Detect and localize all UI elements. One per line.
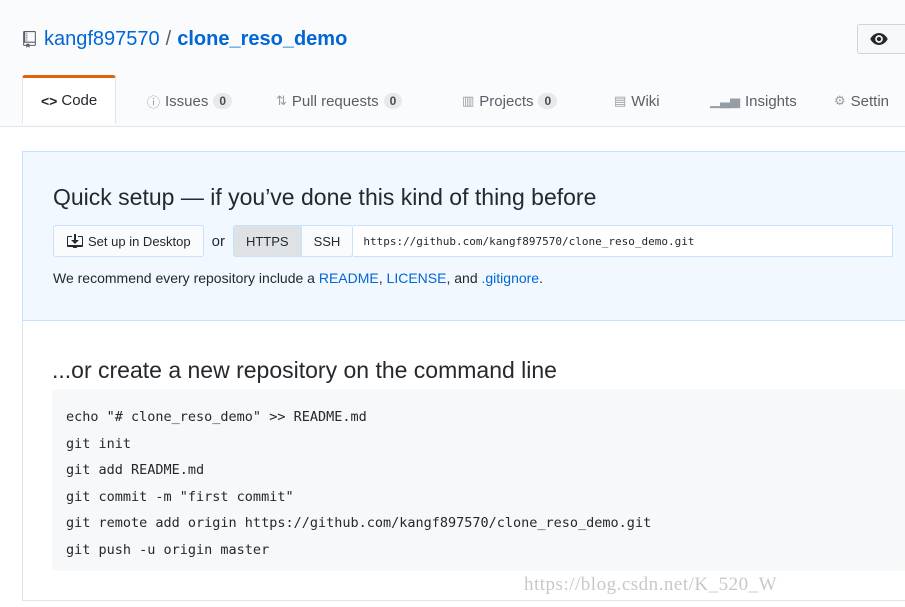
recommend-prefix: We recommend every repository include a [53, 270, 315, 286]
code-line: git add README.md [66, 462, 205, 478]
code-line: git init [66, 435, 132, 452]
tab-pull-requests[interactable]: ⇅ Pull requests 0 [276, 76, 403, 126]
tab-label: Issues [165, 92, 209, 110]
code-line: git commit -m "first commit" [66, 488, 294, 505]
tab-label: Insights [745, 92, 797, 110]
tab-label: Projects [479, 92, 534, 110]
period: . [539, 270, 543, 286]
setup-in-desktop-button[interactable]: Set up in Desktop [53, 225, 204, 257]
tab-settings[interactable]: ⚙ Settin [834, 76, 889, 126]
ssh-button[interactable]: SSH [301, 225, 354, 257]
tab-code[interactable]: <> Code [22, 75, 117, 124]
tab-label: Code [61, 92, 98, 109]
clone-url-row: Set up in Desktop or HTTPS SSH https://g… [53, 224, 894, 258]
eye-icon [870, 33, 888, 45]
section-border [22, 321, 23, 601]
section-divider [22, 600, 905, 601]
path-separator: / [165, 28, 172, 50]
tab-wiki[interactable]: ▤ Wiki [614, 76, 660, 126]
repo-owner-link[interactable]: kangf897570 [44, 26, 160, 52]
command-code-block[interactable]: echo "# clone_reso_demo" >> README.md gi… [52, 389, 905, 571]
desktop-download-icon [67, 234, 83, 248]
clone-url-input[interactable]: https://github.com/kangf897570/clone_res… [353, 225, 894, 257]
repo-nav: <> Code ⓘ Issues 0 ⇅ Pull requests 0 ▥ P… [22, 75, 905, 126]
code-line: git remote add origin https://github.com… [66, 515, 652, 531]
and-text: , and [446, 270, 478, 286]
gitignore-link[interactable]: .gitignore [482, 270, 540, 286]
code-icon: <> [41, 92, 58, 109]
quick-setup-box: Quick setup — if you’ve done this kind o… [22, 151, 905, 321]
code-line: echo "# clone_reso_demo" >> README.md [66, 409, 367, 425]
or-label: or [211, 232, 225, 250]
quick-setup-title: Quick setup — if you’ve done this kind o… [53, 184, 597, 210]
tab-counter: 0 [213, 93, 233, 109]
repo-icon [23, 30, 36, 48]
code-line: git push -u origin master [66, 541, 270, 558]
comma: , [378, 270, 383, 286]
project-icon: ▥ [462, 93, 475, 108]
tab-label: Wiki [631, 92, 660, 110]
recommend-text: We recommend every repository include a … [53, 270, 543, 286]
tab-counter: 0 [538, 93, 558, 109]
tab-counter: 0 [383, 93, 403, 109]
graph-icon: ▁▃▅ [710, 93, 740, 108]
gear-icon: ⚙ [834, 93, 846, 108]
watch-button[interactable] [857, 24, 905, 54]
tab-label: Settin [850, 92, 890, 110]
tab-insights[interactable]: ▁▃▅ Insights [710, 76, 797, 126]
repo-name-link[interactable]: clone_reso_demo [177, 26, 347, 52]
git-pull-request-icon: ⇅ [276, 93, 287, 108]
desktop-button-label: Set up in Desktop [88, 233, 191, 249]
tab-issues[interactable]: ⓘ Issues 0 [147, 76, 233, 126]
protocol-switch: HTTPS SSH [232, 225, 354, 257]
https-button[interactable]: HTTPS [232, 225, 302, 257]
readme-link[interactable]: README [319, 270, 379, 286]
repo-title: kangf897570 / clone_reso_demo [23, 26, 347, 52]
watermark: https://blog.csdn.net/K_520_W [524, 574, 778, 595]
issue-opened-icon: ⓘ [147, 94, 161, 110]
repo-header: kangf897570 / clone_reso_demo <> Code ⓘ … [0, 0, 905, 127]
book-icon: ▤ [614, 93, 627, 108]
license-link[interactable]: LICENSE [387, 270, 447, 286]
tab-projects[interactable]: ▥ Projects 0 [462, 76, 558, 126]
command-line-title: ...or create a new repository on the com… [52, 357, 557, 383]
tab-label: Pull requests [291, 92, 379, 110]
